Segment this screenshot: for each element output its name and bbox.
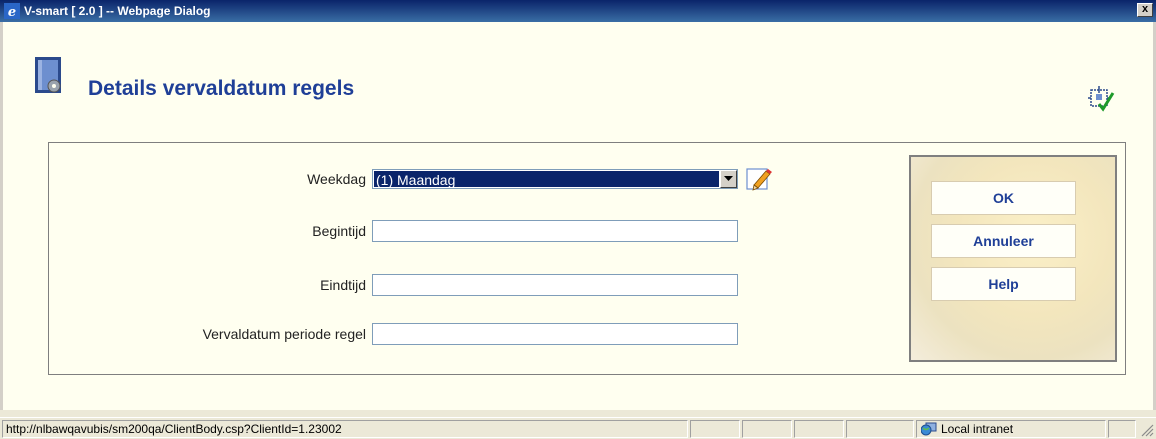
weekdag-label: Weekdag — [307, 171, 366, 187]
chevron-down-icon[interactable] — [720, 170, 737, 188]
periode-row: Vervaldatum periode regel — [49, 323, 738, 345]
status-segment — [846, 420, 914, 438]
ok-button[interactable]: OK — [931, 181, 1076, 215]
begintijd-row: Begintijd — [49, 220, 738, 242]
form-panel: Weekdag (1) Maandag Begintijd Eindtijd V… — [48, 142, 1126, 375]
help-button[interactable]: Help — [931, 267, 1076, 301]
status-segment — [794, 420, 844, 438]
periode-input[interactable] — [372, 323, 738, 345]
close-button[interactable]: x — [1137, 3, 1153, 17]
layout-check-icon[interactable] — [1087, 84, 1115, 112]
settings-book-icon — [35, 57, 61, 93]
annuleer-button[interactable]: Annuleer — [931, 224, 1076, 258]
begintijd-label: Begintijd — [312, 223, 366, 239]
resize-grip-icon[interactable] — [1140, 423, 1154, 437]
globe-icon — [921, 422, 937, 436]
button-panel: OK Annuleer Help — [909, 155, 1117, 362]
ie-icon: e — [4, 3, 20, 19]
page-title: Details vervaldatum regels — [88, 77, 355, 100]
window-title: V-smart [ 2.0 ] -- Webpage Dialog — [24, 4, 211, 18]
status-segment — [690, 420, 740, 438]
weekdag-select[interactable]: (1) Maandag — [372, 169, 738, 189]
status-bar: http://nlbawqavubis/sm200qa/ClientBody.c… — [0, 417, 1156, 439]
status-zone: Local intranet — [916, 420, 1106, 438]
begintijd-input[interactable] — [372, 220, 738, 242]
weekdag-row: Weekdag (1) Maandag — [49, 167, 772, 191]
status-url: http://nlbawqavubis/sm200qa/ClientBody.c… — [2, 420, 688, 438]
status-segment — [1108, 420, 1136, 438]
pencil-icon[interactable] — [746, 167, 772, 191]
weekdag-selected-value: (1) Maandag — [374, 171, 719, 188]
eindtijd-row: Eindtijd — [49, 274, 738, 296]
eindtijd-label: Eindtijd — [320, 277, 366, 293]
eindtijd-input[interactable] — [372, 274, 738, 296]
status-segment — [742, 420, 792, 438]
window-titlebar: e V-smart [ 2.0 ] -- Webpage Dialog x — [0, 0, 1156, 22]
zone-label: Local intranet — [941, 422, 1014, 436]
periode-label: Vervaldatum periode regel — [202, 326, 366, 342]
svg-text:e: e — [8, 5, 16, 19]
